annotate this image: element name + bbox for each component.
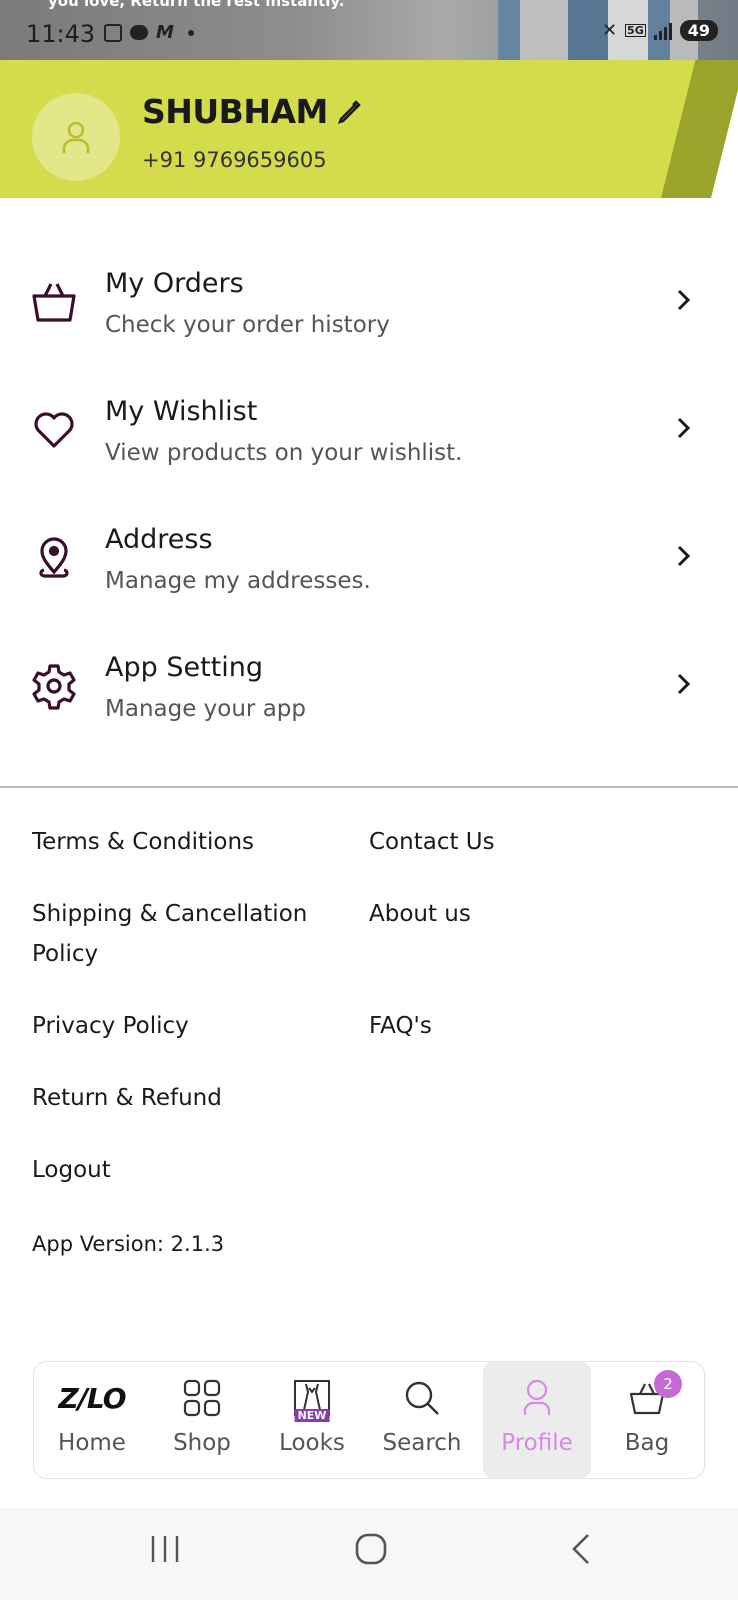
- notification-icons: M: [104, 22, 194, 43]
- gmail-icon: M: [156, 22, 174, 43]
- section-divider: [0, 786, 738, 788]
- nav-search[interactable]: Search: [368, 1362, 476, 1478]
- about-link[interactable]: About us: [369, 894, 471, 934]
- menu-subtitle: View products on your wishlist.: [105, 440, 463, 466]
- chat-icon: [130, 25, 148, 40]
- signal-icon: [653, 22, 672, 40]
- app-version: App Version: 2.1.3: [32, 1232, 225, 1256]
- contact-link[interactable]: Contact Us: [369, 822, 495, 862]
- location-pin-icon: [39, 537, 69, 578]
- shipping-link-line1: Shipping & Cancellation: [32, 901, 308, 927]
- menu-item-orders[interactable]: My Orders Check your order history: [0, 244, 738, 372]
- menu-item-app-setting[interactable]: App Setting Manage your app: [0, 628, 738, 756]
- menu-item-wishlist[interactable]: My Wishlist View products on your wishli…: [0, 372, 738, 500]
- nav-label: Bag: [624, 1430, 670, 1456]
- shipping-link-line2: Policy: [32, 941, 99, 967]
- menu-title: My Orders: [105, 268, 244, 299]
- nav-bag[interactable]: 2 Bag: [593, 1362, 701, 1478]
- gear-icon: [32, 664, 76, 710]
- user-phone: +91 9769659605: [142, 148, 327, 172]
- chevron-right-icon: [677, 673, 691, 695]
- menu-title: Address: [105, 524, 213, 555]
- new-badge: NEW: [294, 1409, 330, 1422]
- account-menu: My Orders Check your order history My Wi…: [0, 244, 738, 756]
- nav-label: Shop: [173, 1430, 231, 1456]
- heart-icon: [34, 412, 74, 448]
- menu-subtitle: Check your order history: [105, 312, 390, 338]
- nav-label: Looks: [279, 1430, 345, 1456]
- banner-text: you love, Return the rest instantly.: [48, 0, 345, 10]
- terms-link[interactable]: Terms & Conditions: [32, 822, 254, 862]
- user-icon: [62, 121, 90, 153]
- status-bar: you love, Return the rest instantly. 11:…: [0, 0, 738, 60]
- nav-label: Home: [58, 1430, 126, 1456]
- network-type-icon: 5G: [625, 24, 646, 37]
- nav-shop[interactable]: Shop: [148, 1362, 256, 1478]
- privacy-link[interactable]: Privacy Policy: [32, 1006, 189, 1046]
- nav-label: Profile: [501, 1430, 573, 1456]
- system-status-icons: ✕ 5G 49: [602, 20, 718, 41]
- logout-link[interactable]: Logout: [32, 1150, 111, 1190]
- menu-subtitle: Manage my addresses.: [105, 568, 371, 594]
- faq-link[interactable]: FAQ's: [369, 1006, 432, 1046]
- chevron-right-icon: [677, 289, 691, 311]
- return-refund-link[interactable]: Return & Refund: [32, 1078, 222, 1118]
- user-icon: [523, 1379, 551, 1415]
- bag-icon: [32, 283, 76, 322]
- status-time: 11:43: [26, 20, 96, 48]
- nav-home[interactable]: Z/LO Home: [38, 1362, 146, 1478]
- home-button-icon[interactable]: [354, 1532, 388, 1566]
- bottom-nav: Z/LO Home Shop NEW Looks Search Profile …: [33, 1361, 705, 1479]
- more-notifications-icon: [187, 29, 194, 36]
- recent-apps-icon[interactable]: [148, 1532, 182, 1566]
- menu-title: My Wishlist: [105, 396, 258, 427]
- shipping-link[interactable]: Shipping & Cancellation Policy: [32, 894, 307, 974]
- chevron-right-icon: [677, 417, 691, 439]
- nav-profile[interactable]: Profile: [483, 1362, 591, 1478]
- nav-label: Search: [382, 1430, 462, 1456]
- bag-count-badge: 2: [654, 1370, 682, 1398]
- grid-icon: [183, 1379, 221, 1417]
- user-name: SHUBHAM: [142, 92, 328, 131]
- chevron-right-icon: [677, 545, 691, 567]
- menu-subtitle: Manage your app: [105, 696, 306, 722]
- back-icon[interactable]: [566, 1532, 600, 1566]
- avatar[interactable]: [32, 93, 120, 181]
- zilo-logo-icon: Z/LO: [58, 1376, 126, 1420]
- profile-header: SHUBHAM +91 9769659605: [0, 60, 738, 198]
- nav-looks[interactable]: NEW Looks: [258, 1362, 366, 1478]
- system-nav-bar: [0, 1508, 738, 1600]
- menu-item-address[interactable]: Address Manage my addresses.: [0, 500, 738, 628]
- edit-icon[interactable]: [336, 100, 362, 126]
- battery-indicator: 49: [679, 20, 718, 41]
- mute-icon: ✕: [601, 20, 618, 41]
- screenshot-icon: [104, 23, 122, 42]
- menu-title: App Setting: [105, 652, 264, 683]
- search-icon: [405, 1381, 439, 1415]
- logo-text: Z/LO: [58, 1381, 126, 1415]
